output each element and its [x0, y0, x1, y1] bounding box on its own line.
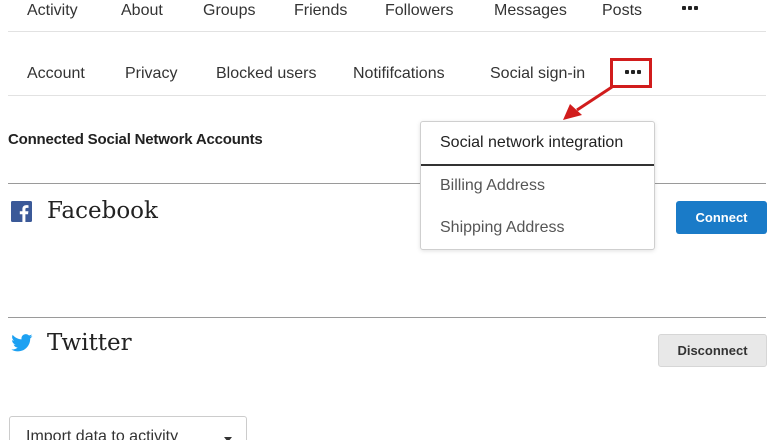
facebook-label: Facebook — [47, 198, 158, 224]
menu-item-social-network-integration[interactable]: Social network integration — [440, 134, 623, 152]
highlight-box — [610, 58, 652, 88]
active-item-underline — [421, 164, 654, 166]
tab-social-sign-in[interactable]: Social sign-in — [490, 65, 585, 83]
settings-nav: Account Privacy Blocked users Notififcat… — [8, 56, 766, 96]
twitter-label: Twitter — [47, 330, 132, 356]
menu-item-shipping-address[interactable]: Shipping Address — [440, 219, 565, 237]
tab-blocked-users[interactable]: Blocked users — [216, 65, 317, 83]
nav-item-activity[interactable]: Activity — [27, 2, 78, 20]
import-data-button[interactable]: Import data to activity — [9, 416, 247, 440]
divider — [8, 317, 766, 318]
disconnect-button[interactable]: Disconnect — [658, 334, 767, 367]
tab-privacy[interactable]: Privacy — [125, 65, 177, 83]
tab-notifications[interactable]: Notififcations — [353, 65, 445, 83]
nav-item-about[interactable]: About — [121, 2, 163, 20]
section-title: Connected Social Network Accounts — [8, 131, 263, 148]
more-dropdown-menu: Social network integration Billing Addre… — [420, 121, 655, 250]
import-data-label: Import data to activity — [26, 428, 179, 440]
nav-item-friends[interactable]: Friends — [294, 2, 347, 20]
connect-button[interactable]: Connect — [676, 201, 767, 234]
nav-item-followers[interactable]: Followers — [385, 2, 453, 20]
twitter-icon — [11, 334, 33, 357]
tab-account[interactable]: Account — [27, 65, 85, 83]
nav-item-posts[interactable]: Posts — [602, 2, 642, 20]
facebook-icon — [11, 201, 32, 227]
menu-item-billing-address[interactable]: Billing Address — [440, 177, 545, 195]
nav-item-groups[interactable]: Groups — [203, 2, 255, 20]
nav-item-messages[interactable]: Messages — [494, 2, 567, 20]
more-dots-icon[interactable] — [682, 6, 698, 10]
profile-nav: Activity About Groups Friends Followers … — [8, 0, 766, 32]
